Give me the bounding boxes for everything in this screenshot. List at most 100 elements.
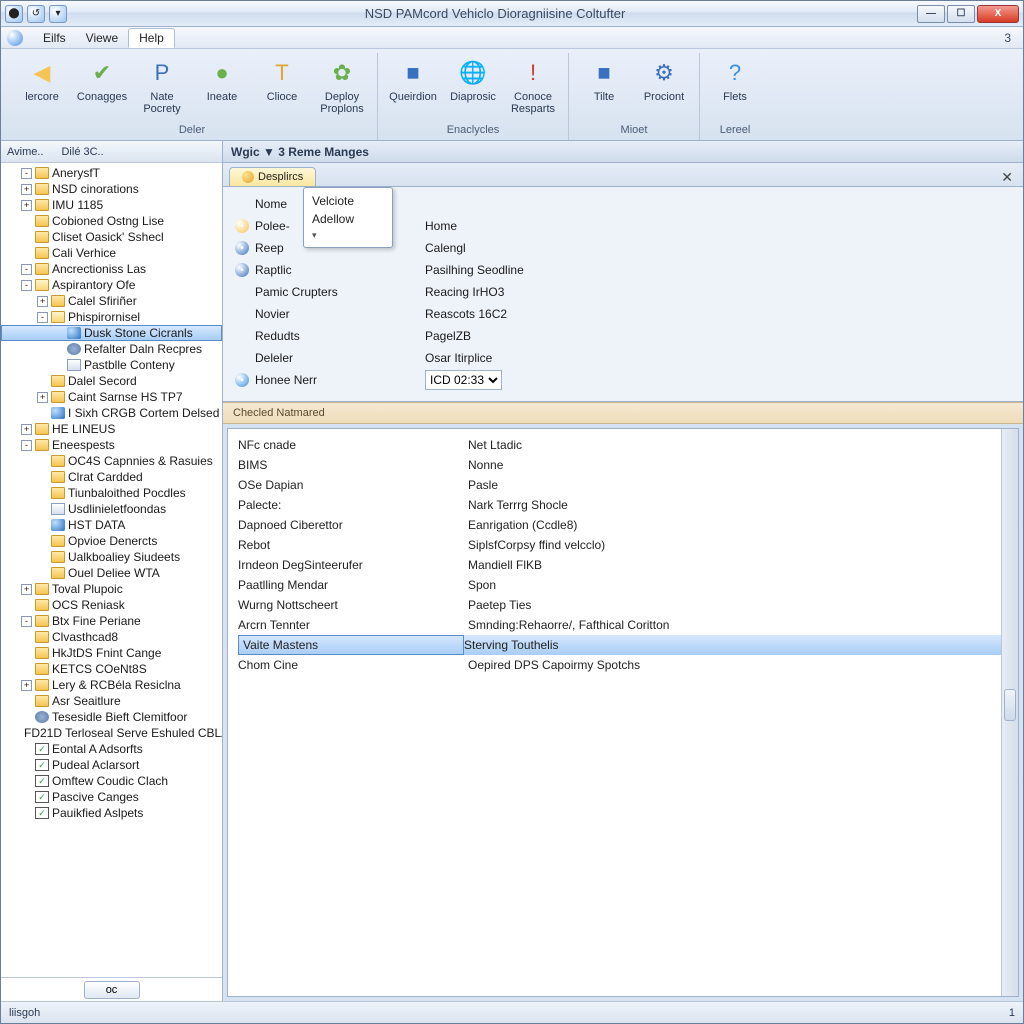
list-row[interactable]: Dapnoed CiberettorEanrigation (Ccdle8) [238,515,1008,535]
ribbon-button[interactable]: ✔Conagges [73,53,131,124]
tree-item[interactable]: Ouel Deliee WTA [1,565,222,581]
tree-item[interactable]: Clvasthcad8 [1,629,222,645]
tree-item[interactable]: OCS Reniask [1,597,222,613]
list-row[interactable]: Chom CineOepired DPS Capoirmy Spotchs [238,655,1008,675]
tree-item[interactable]: Refalter Daln Recpres [1,341,222,357]
qat-icon-2[interactable]: ▾ [49,5,67,23]
ribbon-button[interactable]: ✿Deploy Proplons [313,53,371,124]
tree-item[interactable]: Cali Verhice [1,245,222,261]
ribbon-button[interactable]: ◀lercore [13,53,71,124]
tree-item[interactable]: -AnerysfT [1,165,222,181]
tree-item[interactable]: Cobioned Ostng Lise [1,213,222,229]
tree-view[interactable]: -AnerysfT+NSD cinorations+IMU 1185Cobion… [1,163,222,977]
tree-item[interactable]: FD21D Terloseal Serve Eshuled CBLA [1,725,222,741]
ribbon-button[interactable]: ■Queirdion [384,53,442,124]
expand-icon[interactable]: - [21,616,32,627]
property-row[interactable]: •Honee NerrICD 02:33 [235,369,1011,391]
ribbon-button[interactable]: 🌐Diaprosic [444,53,502,124]
expand-icon[interactable]: + [21,680,32,691]
ok-button[interactable]: oc [84,981,140,999]
tree-item[interactable]: -Phispirornisel [1,309,222,325]
tree-item[interactable]: Pauikfied Aslpets [1,805,222,821]
tree-item[interactable]: -Ancrectioniss Las [1,261,222,277]
expand-icon[interactable]: + [37,392,48,403]
tree-item[interactable]: HkJtDS Fnint Cange [1,645,222,661]
mid-tab[interactable]: Checled Natmared [223,402,1023,424]
tree-item[interactable]: Pudeal Aclarsort [1,757,222,773]
tab-desplircs[interactable]: Desplircs [229,167,316,186]
tree-item[interactable]: Tesesidle Bieft Clemitfoor [1,709,222,725]
ribbon-button[interactable]: ⚙Prociont [635,53,693,124]
expand-icon[interactable]: + [21,584,32,595]
maximize-button[interactable]: ☐ [947,5,975,23]
ribbon-button[interactable]: PNate Pocrety [133,53,191,124]
tree-item[interactable]: Cliset Oasick' Sshecl [1,229,222,245]
tree-item[interactable]: Dalel Secord [1,373,222,389]
tree-item[interactable]: +Lery & RCBéla Resiclna [1,677,222,693]
ribbon-button[interactable]: TClioce [253,53,311,124]
expand-icon[interactable]: - [21,264,32,275]
property-row[interactable]: Pamic CruptersReacing IrHO3 [235,281,1011,303]
prop-select[interactable]: ICD 02:33 [425,370,502,390]
tree-item[interactable]: Asr Seaitlure [1,693,222,709]
tree-item[interactable]: Opvioe Denercts [1,533,222,549]
tree-item[interactable]: OC4S Capnnies & Rasuies [1,453,222,469]
ribbon-button[interactable]: ■Tilte [575,53,633,124]
list-row[interactable]: Irndeon DegSinteeruferMandiell FlKB [238,555,1008,575]
property-row[interactable]: RedudtsPagelZB [235,325,1011,347]
list-row[interactable]: Palecte:Nark Terrrg Shocle [238,495,1008,515]
tree-item[interactable]: KETCS COeNt8S [1,661,222,677]
expand-icon[interactable]: - [21,168,32,179]
expand-icon[interactable]: - [21,440,32,451]
sidebar-h2[interactable]: Dilé 3C.. [61,146,121,158]
tree-item[interactable]: Dusk Stone Cicranls [1,325,222,341]
minimize-button[interactable]: — [917,5,945,23]
list-row[interactable]: OSe DapianPasle [238,475,1008,495]
tree-item[interactable]: Omftew Coudic Clach [1,773,222,789]
tree-item[interactable]: +Caint Sarnse HS TP7 [1,389,222,405]
expand-icon[interactable]: + [21,184,32,195]
expand-icon[interactable]: - [21,280,32,291]
tree-item[interactable]: +NSD cinorations [1,181,222,197]
expand-icon[interactable]: + [21,424,32,435]
orb-icon[interactable] [7,30,23,46]
scrollbar[interactable] [1001,429,1018,996]
expand-icon[interactable]: - [37,312,48,323]
tree-item[interactable]: -Btx Fine Periane [1,613,222,629]
popup-item-2[interactable]: Adellow [312,210,384,228]
list-row[interactable]: BIMSNonne [238,455,1008,475]
ribbon-button[interactable]: ●Ineate [193,53,251,124]
popup-arrow[interactable]: ▾ [312,228,384,243]
ribbon-button[interactable]: ?Flets [706,53,764,124]
tree-item[interactable]: Pastblle Conteny [1,357,222,373]
tree-item[interactable]: Usdlinieletfoondas [1,501,222,517]
qat-icon-1[interactable]: ↺ [27,5,45,23]
list-row[interactable]: NFc cnadeNet Ltadic [238,435,1008,455]
list-row[interactable]: Paatlling MendarSpon [238,575,1008,595]
tree-item[interactable]: Tiunbaloithed Pocdles [1,485,222,501]
property-row[interactable]: DelelerOsar Itirplice [235,347,1011,369]
property-row[interactable]: •RaptlicPasilhing Seodline [235,259,1011,281]
list-row[interactable]: Vaite MastensSterving Touthelis [238,635,1008,655]
tree-item[interactable]: +Toval Plupoic [1,581,222,597]
menu-help[interactable]: Help [128,28,175,48]
list-row[interactable]: RebotSiplsfCorpsy ffind velcclo) [238,535,1008,555]
tree-item[interactable]: -Aspirantory Ofe [1,277,222,293]
popup-item-1[interactable]: Velciote [312,192,384,210]
close-button[interactable]: X [977,5,1019,23]
tree-item[interactable]: Clrat Cardded [1,469,222,485]
property-row[interactable]: NovierReascots 16C2 [235,303,1011,325]
menu-viewe[interactable]: Viewe [76,29,128,47]
tree-item[interactable]: +IMU 1185 [1,197,222,213]
tree-item[interactable]: I Sixh CRGB Cortem Delsed [1,405,222,421]
list-row[interactable]: Arcrn TennterSmnding:Rehaorre/, Fafthica… [238,615,1008,635]
dropdown-popup[interactable]: Velciote Adellow ▾ [303,187,393,248]
tree-item[interactable]: Eontal A Adsorfts [1,741,222,757]
tree-item[interactable]: +Calel Sfiriñer [1,293,222,309]
expand-icon[interactable]: + [37,296,48,307]
tree-item[interactable]: +HE LINEUS [1,421,222,437]
scroll-thumb[interactable] [1004,689,1016,721]
menu-eilfs[interactable]: Eilfs [33,29,76,47]
tree-item[interactable]: Ualkboaliey Siudeets [1,549,222,565]
expand-icon[interactable]: + [21,200,32,211]
